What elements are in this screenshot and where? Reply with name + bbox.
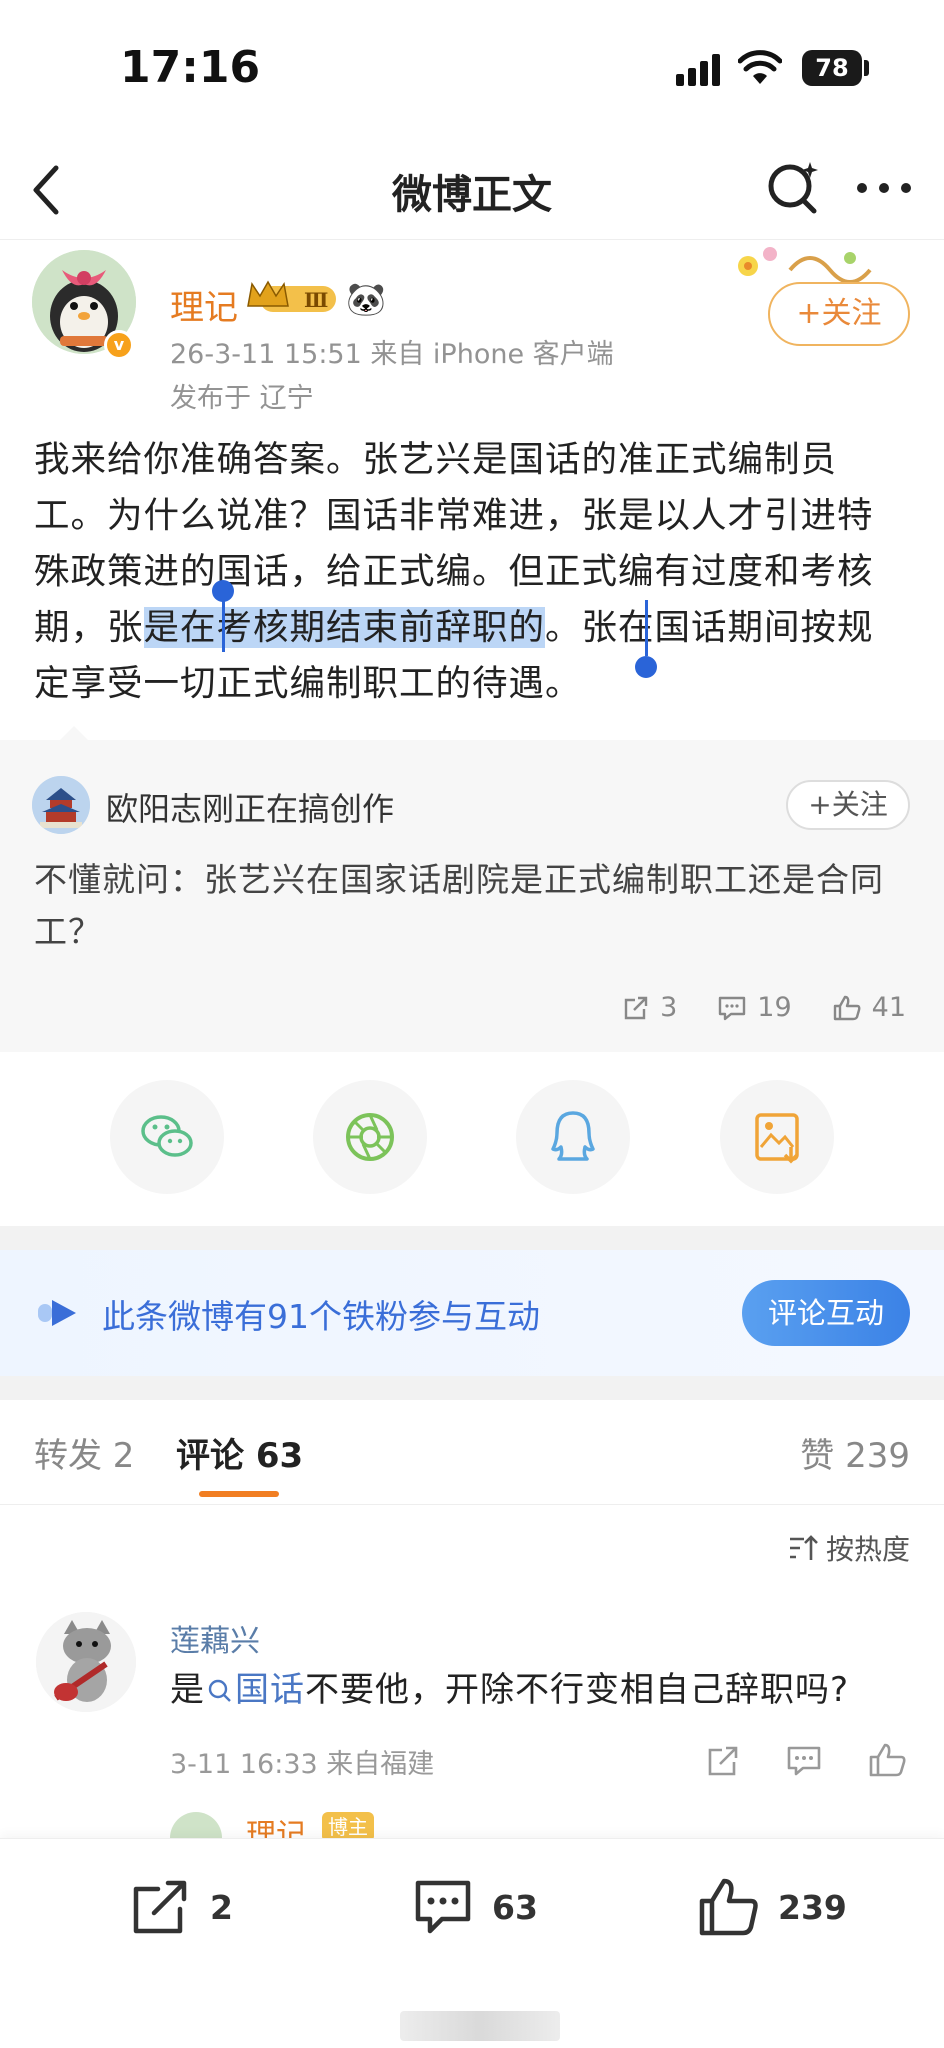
comment-text-suffix: 不要他，开除不行变相自己辞职吗? — [305, 1670, 850, 1710]
post-location: 发布于 辽宁 — [170, 383, 314, 414]
cat-guitar-avatar-image — [36, 1612, 136, 1712]
tab-likes[interactable]: 赞 239 — [800, 1428, 910, 1477]
status-bar: 17:16 78 — [0, 0, 944, 130]
comment-like-icon[interactable] — [868, 1742, 906, 1778]
nav-bar: 微博正文 — [0, 140, 944, 240]
post-meta: 26-3-11 15:51 来自 iPhone 客户端 — [170, 339, 614, 370]
commenter-avatar[interactable] — [36, 1612, 136, 1712]
qq-icon — [551, 1111, 595, 1161]
quoted-like-count: 41 — [871, 992, 906, 1023]
commenter-name[interactable]: 莲藕兴 — [170, 1616, 260, 1660]
home-indicator — [400, 2011, 560, 2041]
selected-text[interactable]: 是在考核期结束前辞职的 — [143, 607, 546, 648]
section-divider-2 — [0, 1376, 944, 1400]
selection-start-handle[interactable] — [212, 580, 234, 602]
share-qq-button[interactable] — [516, 1080, 630, 1194]
repost-action[interactable]: 2 — [130, 1877, 233, 1937]
share-moments-button[interactable] — [313, 1080, 427, 1194]
search-icon[interactable] — [766, 156, 822, 216]
reply-author: 理记 — [246, 1818, 306, 1838]
quoted-follow-button[interactable]: +关注 — [786, 780, 910, 830]
share-row — [0, 1080, 944, 1200]
comment-icon — [719, 996, 746, 1020]
moments-icon — [346, 1113, 394, 1161]
fans-interaction-banner[interactable]: 此条微博有91个铁粉参与互动 评论互动 — [0, 1250, 944, 1376]
bottom-action-bar: 2 63 239 — [0, 1838, 944, 2048]
wechat-icon — [141, 1115, 193, 1157]
follow-button[interactable]: +关注 — [768, 282, 910, 346]
post-author-name[interactable]: 理记 — [170, 280, 238, 329]
tab-reposts[interactable]: 转发 2 — [34, 1428, 134, 1477]
quoted-repost-stat[interactable]: 3 — [622, 992, 677, 1023]
like-action[interactable]: 239 — [698, 1877, 847, 1937]
sort-icon — [789, 1535, 818, 1560]
more-options-icon[interactable] — [854, 178, 914, 198]
battery-indicator: 78 — [802, 50, 862, 86]
comment-reply-icon[interactable] — [786, 1744, 822, 1778]
search-link-icon — [208, 1679, 231, 1702]
like-count: 239 — [778, 1887, 847, 1927]
comment-actions — [700, 1738, 920, 1782]
quoted-stats: 3 19 41 — [622, 992, 906, 1023]
selection-end-bar — [645, 600, 648, 656]
comment-repost-icon[interactable] — [706, 1744, 740, 1778]
quoted-like-stat[interactable]: 41 — [832, 992, 906, 1023]
status-time: 17:16 — [120, 42, 261, 93]
section-divider — [0, 1226, 944, 1250]
panda-badge-icon: 🐼 — [346, 280, 386, 318]
comment-meta: 3-11 16:33 来自福建 — [170, 1749, 435, 1780]
like-icon — [699, 1878, 758, 1936]
battery-tip — [864, 60, 869, 76]
wifi-icon — [738, 50, 782, 84]
quoted-author-name[interactable]: 欧阳志刚正在搞创作 — [106, 784, 394, 830]
quoted-author-avatar[interactable] — [32, 776, 90, 834]
topic-link-text: 国话 — [235, 1670, 305, 1710]
verified-badge-icon: v — [104, 330, 134, 360]
comment-count: 63 — [492, 1887, 538, 1927]
comment-interact-button[interactable]: 评论互动 — [742, 1280, 910, 1346]
member-crown-badge-icon: Ⅲ — [247, 280, 336, 312]
comment-text: 是国话不要他，开除不行变相自己辞职吗? — [170, 1662, 849, 1711]
tab-comments[interactable]: 评论 63 — [176, 1428, 303, 1477]
reply-peek: 理记 博主 — [170, 1808, 470, 1838]
sort-by-hot-button[interactable]: 按热度 — [788, 1528, 910, 1568]
svg-text:Ⅲ: Ⅲ — [304, 288, 328, 312]
quoted-comment-count: 19 — [757, 992, 792, 1023]
topic-search-link[interactable]: 国话 — [205, 1670, 305, 1710]
share-wechat-button[interactable] — [110, 1080, 224, 1194]
quoted-post[interactable]: 欧阳志刚正在搞创作 +关注 不懂就问：张艺兴在国家话剧院是正式编制职工还是合同工… — [0, 740, 944, 1052]
repost-icon — [133, 1880, 187, 1934]
fans-banner-text: 此条微博有91个铁粉参与互动 — [102, 1297, 540, 1336]
quote-pointer — [60, 726, 88, 740]
reply-author-badge: 博主 — [322, 1812, 374, 1838]
sort-label: 按热度 — [825, 1533, 910, 1566]
selection-end-handle[interactable] — [635, 656, 657, 678]
post-body: 我来给你准确答案。张艺兴是国话的准正式编制员工。为什么说准？国话非常难进，张是以… — [34, 432, 894, 712]
interaction-tabs: 转发 2 评论 63 赞 239 — [0, 1400, 944, 1505]
cellular-signal-icon — [676, 54, 720, 86]
save-image-button[interactable] — [720, 1080, 834, 1194]
post-header: v 理记 Ⅲ 🐼 26-3-11 15:51 来自 iPhone 客户端 发布于… — [0, 240, 944, 414]
reply-avatar — [170, 1812, 222, 1838]
repost-icon — [624, 996, 648, 1019]
fans-interaction-icon — [38, 1300, 76, 1326]
save-image-icon — [755, 1113, 799, 1164]
quoted-repost-count: 3 — [660, 992, 678, 1023]
quoted-comment-stat[interactable]: 19 — [717, 992, 792, 1023]
comment-icon — [415, 1880, 471, 1934]
active-tab-indicator — [199, 1491, 279, 1497]
like-icon — [833, 995, 861, 1020]
temple-avatar-image — [32, 776, 90, 834]
repost-count: 2 — [210, 1887, 233, 1927]
comment-action[interactable]: 63 — [412, 1877, 538, 1937]
quoted-text: 不懂就问：张艺兴在国家话剧院是正式编制职工还是合同工？ — [34, 860, 884, 951]
comment-text-prefix: 是 — [170, 1670, 205, 1710]
